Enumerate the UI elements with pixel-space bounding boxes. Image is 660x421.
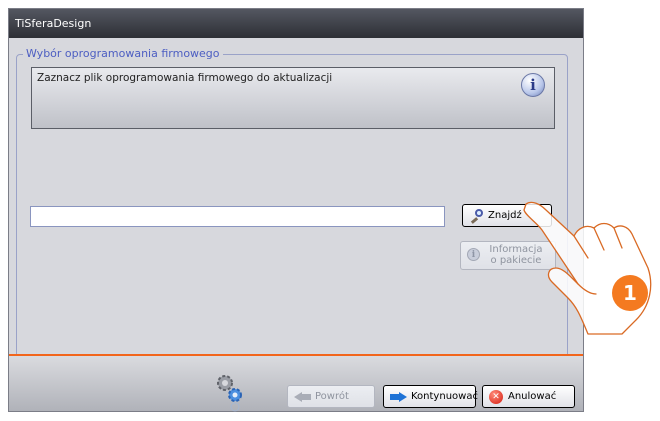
cancel-button[interactable]: ✕ Anulować [482,385,575,408]
cancel-button-label: Anulować [508,391,557,402]
step-badge: 1 [612,275,648,311]
firmware-selection-group: Wybór oprogramowania firmowego Zaznacz p… [16,47,568,359]
instruction-text: Zaznacz plik oprogramowania firmowego do… [37,72,333,84]
info-icon: i [521,73,545,97]
cancel-icon: ✕ [489,389,503,404]
continue-button[interactable]: Kontynuować [383,385,478,408]
pointing-hand-icon [523,201,652,335]
window-title: TiSferaDesign [9,9,583,38]
continue-button-label: Kontynuować [411,391,478,402]
firmware-file-path-input[interactable] [30,206,445,227]
arrow-right-icon [390,391,407,402]
app-window: TiSferaDesign Wybór oprogramowania firmo… [8,8,584,412]
back-button[interactable]: Powrót [287,385,375,408]
arrow-left-icon [294,391,311,402]
magnifier-icon [469,208,483,224]
info-icon: i [467,248,480,261]
instruction-panel: Zaznacz plik oprogramowania firmowego do… [31,67,555,129]
back-button-label: Powrót [315,391,349,402]
gears-icon [217,375,242,412]
group-legend: Wybór oprogramowania firmowego [23,47,223,60]
